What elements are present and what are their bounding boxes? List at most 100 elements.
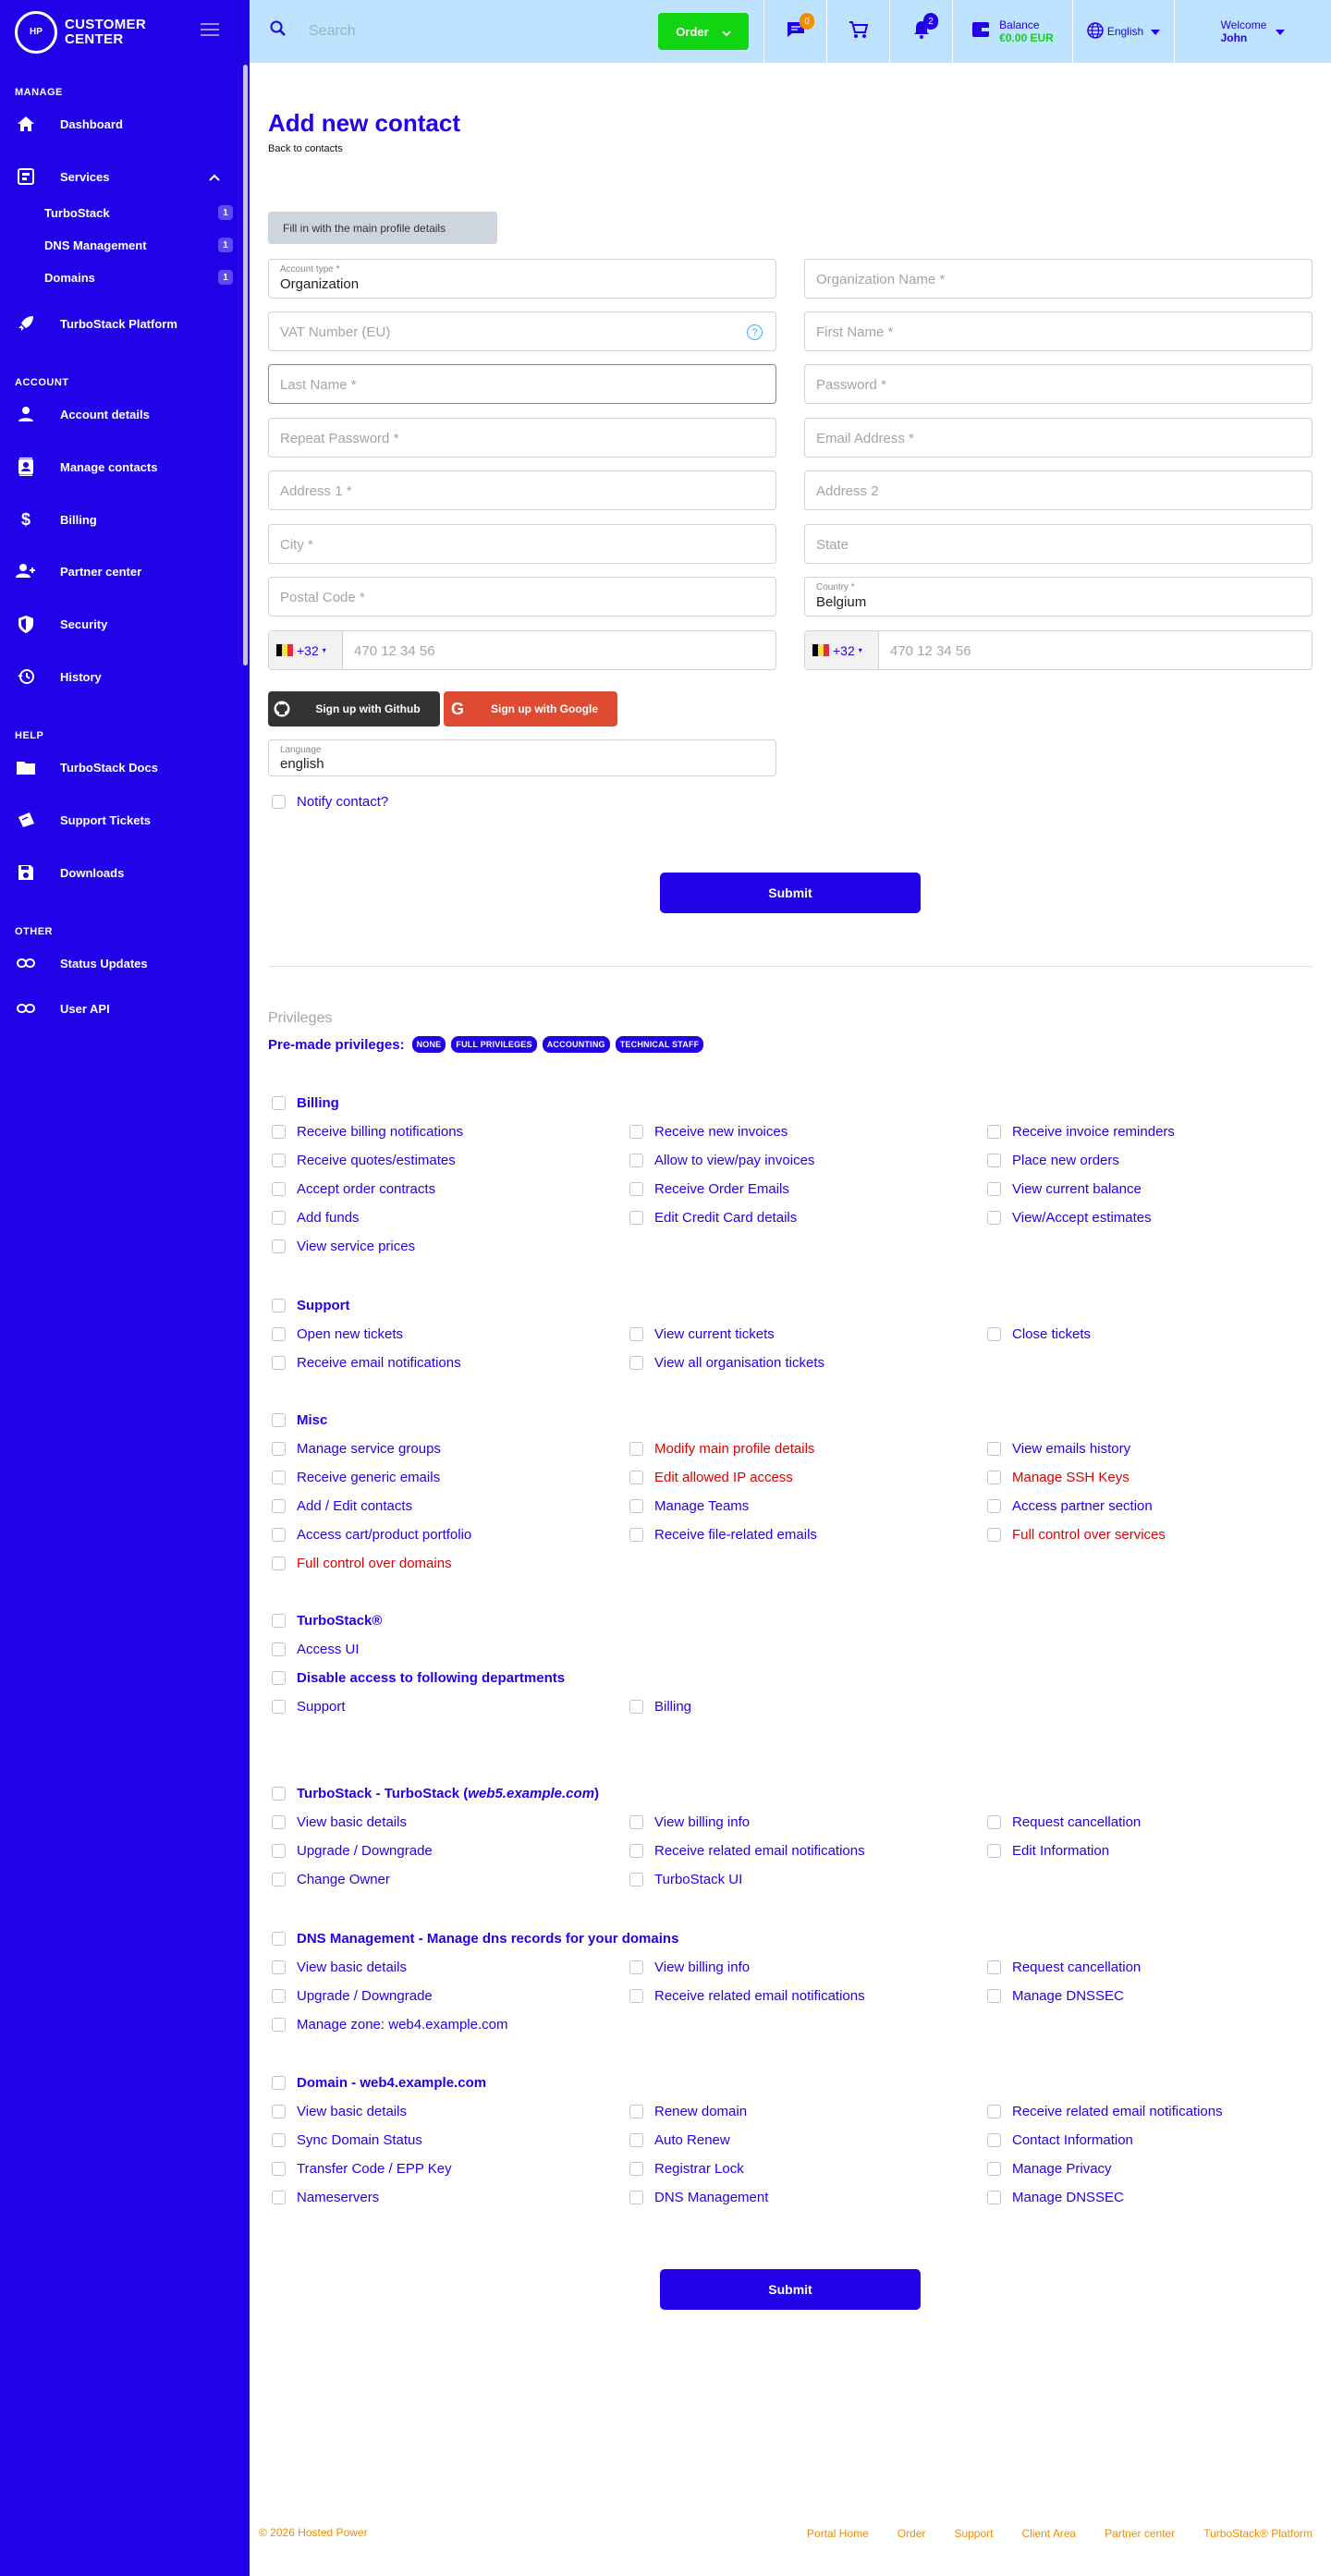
group-departments-checkbox[interactable]: Disable access to following departments — [272, 1670, 565, 1686]
menu-toggle-icon[interactable] — [201, 23, 219, 38]
privilege-option[interactable]: Manage DNSSEC — [987, 1988, 1124, 2004]
privilege-option[interactable]: View billing info — [629, 1814, 750, 1830]
privilege-option[interactable]: Full control over services — [987, 1527, 1166, 1543]
postal-code-field[interactable]: Postal Code * — [268, 577, 776, 617]
sidebar-item-billing[interactable]: $ Billing — [15, 507, 237, 532]
preset-none-button[interactable]: NONE — [411, 1036, 446, 1053]
privilege-option[interactable]: Access UI — [272, 1642, 360, 1657]
group-billing-checkbox[interactable]: Billing — [272, 1095, 339, 1111]
privilege-option[interactable]: Place new orders — [987, 1153, 1119, 1168]
privilege-option[interactable]: Renew domain — [629, 2104, 747, 2119]
footer-link-turbostack-platform[interactable]: TurboStack® Platform — [1203, 2527, 1313, 2540]
account-type-select[interactable]: Account type * Organization — [268, 259, 776, 299]
mobile-country-select[interactable]: +32 ▾ — [805, 631, 879, 669]
sidebar-item-turbostack-platform[interactable]: TurboStack Platform — [15, 311, 237, 336]
sidebar-scrollbar[interactable] — [243, 65, 248, 665]
preset-full-privileges-button[interactable]: FULL PRIVILEGES — [451, 1036, 537, 1053]
privilege-option[interactable]: Request cancellation — [987, 1814, 1141, 1830]
footer-link-client-area[interactable]: Client Area — [1021, 2527, 1076, 2540]
sidebar-item-history[interactable]: History — [15, 664, 237, 690]
privilege-option[interactable]: View basic details — [272, 1959, 407, 1975]
state-field[interactable]: State — [804, 524, 1313, 564]
privilege-option[interactable]: Request cancellation — [987, 1959, 1141, 1975]
footer-link-portal-home[interactable]: Portal Home — [807, 2527, 869, 2540]
address2-field[interactable]: Address 2 — [804, 470, 1313, 510]
privilege-option[interactable]: Manage DNSSEC — [987, 2190, 1124, 2205]
sidebar-sub-dns-management[interactable]: DNS Management 1 — [44, 235, 233, 255]
submit-button-bottom[interactable]: Submit — [660, 2269, 921, 2310]
group-misc-checkbox[interactable]: Misc — [272, 1412, 327, 1428]
privilege-option[interactable]: Add funds — [272, 1210, 360, 1226]
sidebar-item-manage-contacts[interactable]: Manage contacts — [15, 454, 237, 480]
privilege-option[interactable]: View billing info — [629, 1959, 750, 1975]
order-button[interactable]: Order — [658, 13, 749, 50]
group-turbostack-checkbox[interactable]: TurboStack® — [272, 1613, 382, 1629]
sidebar-item-security[interactable]: Security — [15, 611, 237, 637]
privilege-option[interactable]: Receive related email notifications — [629, 1843, 865, 1859]
privilege-option[interactable]: View basic details — [272, 1814, 407, 1830]
user-menu[interactable]: Welcome John — [1174, 0, 1331, 63]
sidebar-sub-domains[interactable]: Domains 1 — [44, 267, 233, 287]
sidebar-item-services[interactable]: Services — [15, 164, 237, 189]
notify-contact-checkbox[interactable]: Notify contact? — [272, 794, 388, 810]
privilege-option[interactable]: Manage Privacy — [987, 2161, 1112, 2177]
privilege-option[interactable]: View/Accept estimates — [987, 1210, 1152, 1226]
back-to-contacts-link[interactable]: Back to contacts — [268, 143, 343, 154]
group-ts_service-checkbox[interactable]: TurboStack - TurboStack ( web5.example.c… — [272, 1786, 599, 1801]
search-input[interactable] — [309, 18, 586, 44]
privilege-option[interactable]: Receive generic emails — [272, 1470, 440, 1485]
privilege-option[interactable]: Manage service groups — [272, 1441, 441, 1457]
language-select[interactable]: Language english — [268, 739, 776, 776]
privilege-option[interactable]: Manage zone: web4.example.com — [272, 2017, 507, 2033]
sidebar-item-support-tickets[interactable]: Support Tickets — [15, 807, 237, 833]
chevron-up-icon[interactable] — [209, 170, 220, 184]
balance-widget[interactable]: Balance €0.00 EUR — [952, 0, 1072, 63]
privilege-option[interactable]: Receive new invoices — [629, 1124, 788, 1140]
privilege-option[interactable]: Manage Teams — [629, 1498, 749, 1514]
privilege-option[interactable]: Contact Information — [987, 2132, 1133, 2148]
privilege-option[interactable]: View emails history — [987, 1441, 1130, 1457]
sidebar-item-downloads[interactable]: Downloads — [15, 860, 237, 885]
privilege-option[interactable]: Access partner section — [987, 1498, 1153, 1514]
privilege-option[interactable]: Receive billing notifications — [272, 1124, 463, 1140]
privilege-option[interactable]: View service prices — [272, 1239, 415, 1254]
footer-link-order[interactable]: Order — [898, 2527, 926, 2540]
privilege-option[interactable]: Receive related email notifications — [629, 1988, 865, 2004]
submit-button[interactable]: Submit — [660, 873, 921, 913]
privilege-option[interactable]: Upgrade / Downgrade — [272, 1843, 433, 1859]
privilege-option[interactable]: Auto Renew — [629, 2132, 730, 2148]
github-signup-button[interactable]: Sign up with Github — [268, 691, 440, 726]
language-selector[interactable]: English — [1072, 0, 1174, 63]
privilege-option[interactable]: Receive file-related emails — [629, 1527, 817, 1543]
mobile-field[interactable]: +32 ▾ 470 12 34 56 — [804, 630, 1313, 670]
organization-name-field[interactable]: Organization Name * — [804, 259, 1313, 299]
privilege-option[interactable]: Edit Credit Card details — [629, 1210, 797, 1226]
privilege-option[interactable]: Registrar Lock — [629, 2161, 744, 2177]
city-field[interactable]: City * — [268, 524, 776, 564]
first-name-field[interactable]: First Name * — [804, 311, 1313, 351]
footer-link-support[interactable]: Support — [954, 2527, 993, 2540]
privilege-option[interactable]: Receive quotes/estimates — [272, 1153, 456, 1168]
privilege-option[interactable]: View all organisation tickets — [629, 1355, 824, 1371]
footer-link-partner-center[interactable]: Partner center — [1105, 2527, 1175, 2540]
privilege-option[interactable]: Nameservers — [272, 2190, 379, 2205]
messages-button[interactable]: 0 — [763, 0, 826, 63]
brand-logo[interactable]: HP CUSTOMER CENTER — [15, 11, 146, 54]
group-support-checkbox[interactable]: Support — [272, 1298, 350, 1313]
privilege-option[interactable]: Receive related email notifications — [987, 2104, 1223, 2119]
google-signup-button[interactable]: G Sign up with Google — [444, 691, 617, 726]
phone-country-select[interactable]: +32 ▾ — [269, 631, 343, 669]
privilege-option[interactable]: TurboStack UI — [629, 1872, 742, 1887]
privilege-option[interactable]: Add / Edit contacts — [272, 1498, 412, 1514]
privilege-option[interactable]: Receive email notifications — [272, 1355, 461, 1371]
password-field[interactable]: Password * — [804, 364, 1313, 404]
privilege-option[interactable]: Receive Order Emails — [629, 1181, 789, 1197]
sidebar-item-dashboard[interactable]: Dashboard — [15, 111, 237, 137]
privilege-option[interactable]: Edit allowed IP access — [629, 1470, 793, 1485]
notifications-button[interactable]: 2 — [889, 0, 952, 63]
email-field[interactable]: Email Address * — [804, 418, 1313, 458]
privilege-option[interactable]: Transfer Code / EPP Key — [272, 2161, 452, 2177]
group-domain-checkbox[interactable]: Domain - web4.example.com — [272, 2075, 486, 2091]
privilege-option[interactable]: Receive invoice reminders — [987, 1124, 1175, 1140]
privilege-option[interactable]: Modify main profile details — [629, 1441, 814, 1457]
